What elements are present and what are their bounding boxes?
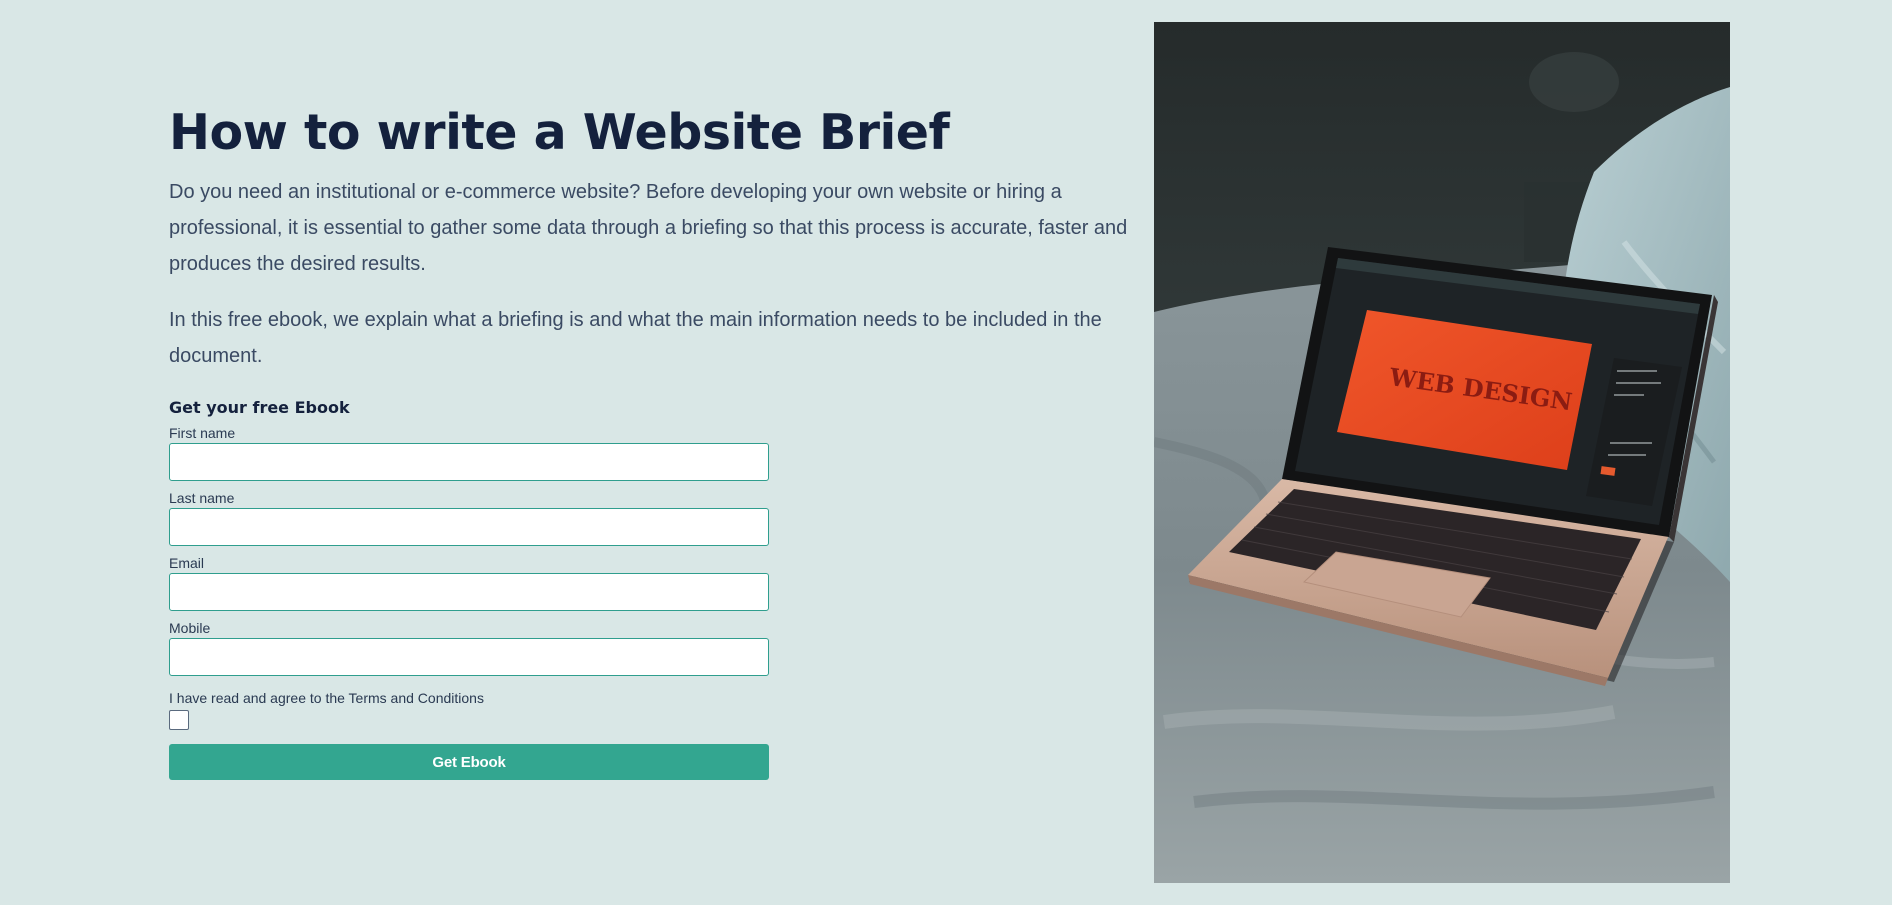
email-field[interactable] <box>169 573 769 611</box>
last-name-label: Last name <box>169 490 235 506</box>
page-title: How to write a Website Brief <box>169 104 950 161</box>
intro-paragraph: Do you need an institutional or e-commer… <box>169 181 1128 275</box>
ebook-description: In this free ebook, we explain what a br… <box>169 309 1102 367</box>
email-label: Email <box>169 555 205 571</box>
terms-label: I have read and agree to the Terms and C… <box>169 690 484 706</box>
first-name-field[interactable] <box>169 443 769 481</box>
laptop-photo: WEB DESIGN <box>1154 22 1730 883</box>
get-ebook-button[interactable]: Get Ebook <box>169 744 769 780</box>
first-name-label: First name <box>169 425 236 441</box>
hero-section: How to write a Website Brief Do you need… <box>169 98 1129 780</box>
terms-checkbox[interactable] <box>169 710 189 730</box>
ebook-form: Get your free Ebook First name Last name… <box>169 398 1129 780</box>
mobile-field[interactable] <box>169 638 769 676</box>
form-heading: Get your free Ebook <box>169 398 350 417</box>
last-name-field[interactable] <box>169 508 769 546</box>
mobile-label: Mobile <box>169 620 211 636</box>
